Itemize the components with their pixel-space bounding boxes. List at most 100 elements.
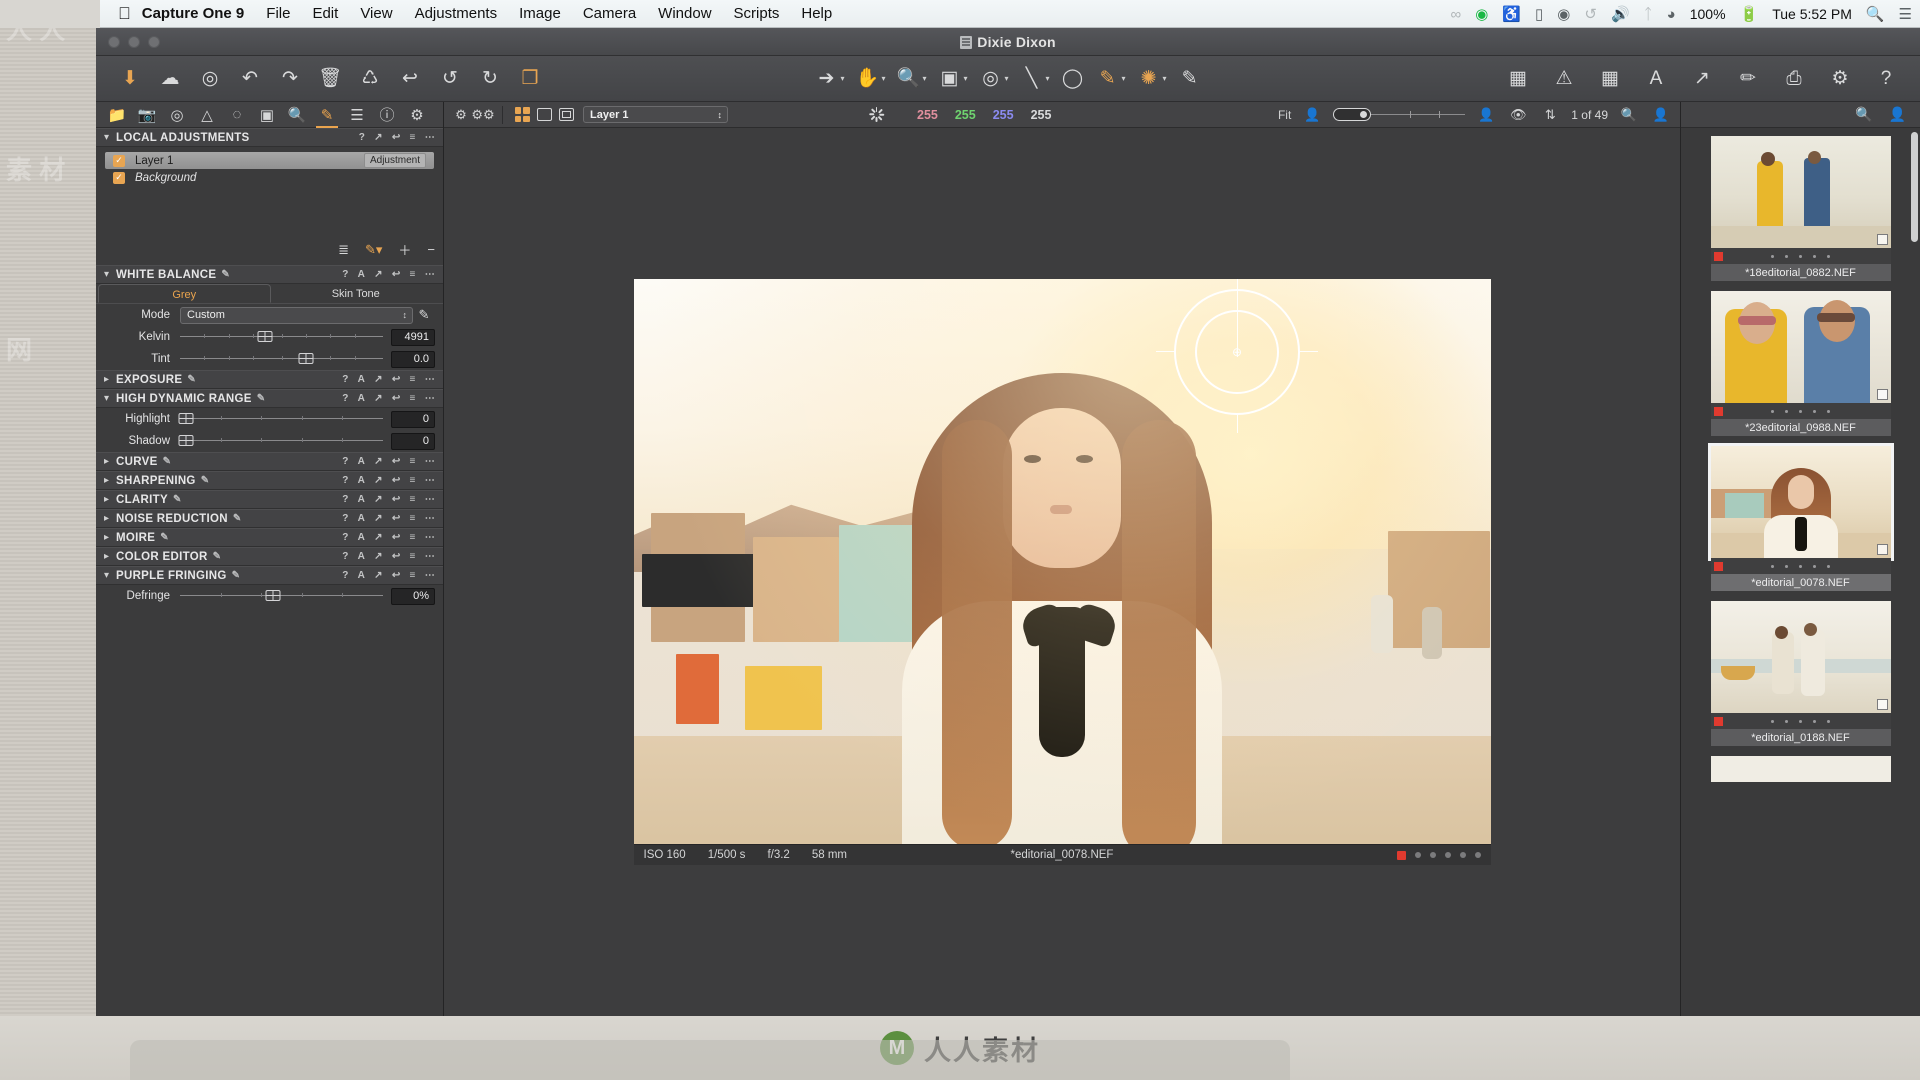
help-icon[interactable]: ?	[1874, 67, 1898, 91]
pan-hand-tool[interactable]: ✋ ▾	[852, 65, 888, 93]
layer-row[interactable]: ✓ Layer 1 Adjustment	[105, 152, 434, 169]
help-icon[interactable]: ?	[342, 475, 348, 486]
hdr-highlight-slider[interactable]	[178, 412, 383, 426]
export-arrow-icon[interactable]: ↗	[1690, 67, 1714, 91]
tab-details-magnifier-icon[interactable]: 🔍	[282, 102, 312, 128]
menu-icon[interactable]: ≡	[410, 393, 416, 404]
tab-local-adjustments-brush-icon[interactable]: ✎	[312, 102, 342, 128]
menu-window[interactable]: Window	[647, 5, 722, 22]
battery-charging-icon[interactable]: 🔋	[1740, 7, 1759, 22]
hdr-shadow-value[interactable]: 0	[391, 432, 435, 450]
rating-star[interactable]	[1444, 852, 1451, 858]
avatar-icon[interactable]: 👤	[1650, 106, 1672, 124]
reset-icon[interactable]: ↗	[374, 456, 383, 467]
thumbnail-image[interactable]	[1710, 601, 1891, 713]
copy-icon[interactable]: ↩	[392, 456, 401, 467]
undo-curve-icon[interactable]: ↺	[438, 67, 462, 91]
thumbnail-item[interactable]: *18editorial_0882.NEF	[1710, 136, 1891, 281]
chevron-down-icon[interactable]: ▾	[104, 132, 116, 143]
copy-icon[interactable]: ↩	[392, 374, 401, 385]
wb-tint-knob[interactable]	[298, 353, 314, 364]
menubar-clock[interactable]: Tue 5:52 PM	[1772, 6, 1852, 22]
spot-removal-tool[interactable]: ◯	[1058, 65, 1088, 93]
apple-logo-icon[interactable]: 	[118, 5, 131, 22]
help-icon[interactable]: ?	[342, 570, 348, 581]
tab-capture-camera-icon[interactable]: 📷	[132, 102, 162, 128]
multi-view-icon[interactable]	[511, 106, 533, 124]
thumbnail-image[interactable]	[1710, 756, 1891, 782]
reset-icon[interactable]: ↗	[374, 393, 383, 404]
chevron-right-icon[interactable]: ▸	[104, 374, 116, 385]
settings-gear-icon[interactable]: ⚙	[450, 106, 472, 124]
add-layer-icon[interactable]: ＋	[398, 240, 411, 259]
copy-icon[interactable]: ↩	[392, 570, 401, 581]
copy-icon[interactable]: ↩	[392, 532, 401, 543]
focus-icon[interactable]: ✏	[1736, 67, 1760, 91]
trash-icon[interactable]: ♺	[358, 67, 382, 91]
more-icon[interactable]: ⋯	[425, 374, 435, 385]
menu-icon[interactable]: ≡	[410, 374, 416, 385]
more-icon[interactable]: ⋯	[425, 269, 435, 280]
menu-image[interactable]: Image	[508, 5, 572, 22]
section-header-white-balance[interactable]: ▾ WHITE BALANCE ✎ ? A ↗ ↩ ≡ ⋯	[96, 265, 443, 284]
wb-tint-value[interactable]: 0.0	[391, 350, 435, 368]
rating-and-tag[interactable]	[1396, 850, 1481, 860]
display-icon[interactable]: ▯	[1535, 7, 1543, 22]
copy-icon[interactable]: ↩	[392, 132, 401, 143]
more-icon[interactable]: ⋯	[425, 475, 435, 486]
undo-icon[interactable]: ↶	[238, 67, 262, 91]
rating-star[interactable]	[1414, 852, 1421, 858]
color-tag-badge[interactable]	[1396, 850, 1406, 860]
import-images-icon[interactable]: ⬇	[118, 67, 142, 91]
help-icon[interactable]: ?	[342, 269, 348, 280]
more-icon[interactable]: ⋯	[425, 551, 435, 562]
chevron-right-icon[interactable]: ▸	[104, 513, 116, 524]
straighten-tool[interactable]: ╲ ▾	[1017, 65, 1053, 93]
record-icon[interactable]: ◉	[1557, 7, 1570, 22]
keystone-tool[interactable]: ◎ ▾	[976, 65, 1012, 93]
zoom-slider-handle[interactable]	[1333, 108, 1372, 121]
reset-icon[interactable]: ↗	[374, 513, 383, 524]
more-icon[interactable]: ⋯	[425, 393, 435, 404]
copy-apply-adjustments-icon[interactable]: ❐	[518, 67, 542, 91]
auto-icon[interactable]: A	[358, 374, 366, 385]
annotate-icon[interactable]: A	[1644, 67, 1668, 91]
copy-icon[interactable]: ↩	[392, 551, 401, 562]
camera-icon[interactable]: ☁	[158, 67, 182, 91]
copy-icon[interactable]: ↩	[392, 475, 401, 486]
thumbnail-image[interactable]	[1710, 136, 1891, 248]
tab-batch-icon[interactable]: ⚙	[402, 102, 432, 128]
tab-metadata-icon[interactable]: ☰	[342, 102, 372, 128]
menu-adjustments[interactable]: Adjustments	[404, 5, 509, 22]
menu-help[interactable]: Help	[790, 5, 843, 22]
menu-file[interactable]: File	[255, 5, 301, 22]
menu-icon[interactable]: ≡	[410, 494, 416, 505]
tab-library-icon[interactable]: 📁	[102, 102, 132, 128]
warning-icon[interactable]: ⚠	[1552, 67, 1576, 91]
section-header-curve[interactable]: ▸ CURVE ✎ ? A ↗ ↩ ≡ ⋯	[96, 452, 443, 471]
menu-icon[interactable]: ≡	[410, 132, 416, 143]
tab-info-icon[interactable]: ⓘ	[372, 102, 402, 128]
copy-icon[interactable]: ↩	[392, 269, 401, 280]
reset-icon[interactable]: ↗	[374, 374, 383, 385]
viewer-layer-select[interactable]: Layer 1 ↕	[583, 106, 728, 123]
thumbnail-item-selected[interactable]: *editorial_0078.NEF	[1707, 443, 1894, 591]
preview-eye-icon[interactable]: 👁	[1507, 106, 1529, 124]
auto-icon[interactable]: A	[358, 269, 366, 280]
menu-icon[interactable]: ≡	[410, 513, 416, 524]
tab-exposure-icon[interactable]: △	[192, 102, 222, 128]
menu-icon[interactable]: ≡	[410, 456, 416, 467]
help-icon[interactable]: ?	[342, 494, 348, 505]
image-stage[interactable]: ⊕ ISO 160 1/500 s f/3.2 58 mm *editorial…	[444, 128, 1680, 1016]
chevron-right-icon[interactable]: ▸	[104, 456, 116, 467]
section-header-exposure[interactable]: ▸ EXPOSURE ✎ ? A ↗ ↩ ≡ ⋯	[96, 370, 443, 389]
draw-mask-tool[interactable]: ✎ ▾	[1093, 65, 1129, 93]
reset-icon[interactable]: ↗	[374, 475, 383, 486]
reset-icon[interactable]: ↗	[374, 494, 383, 505]
single-view-icon[interactable]	[533, 106, 555, 124]
zoom-loupe-tool[interactable]: 🔍 ▾	[893, 65, 929, 93]
section-header-purple-fringing[interactable]: ▾ PURPLE FRINGING ✎ ? A ↗ ↩ ≡ ⋯	[96, 566, 443, 585]
hdr-highlight-knob[interactable]	[178, 413, 194, 424]
wb-kelvin-knob[interactable]	[257, 331, 273, 342]
auto-icon[interactable]: A	[358, 456, 366, 467]
